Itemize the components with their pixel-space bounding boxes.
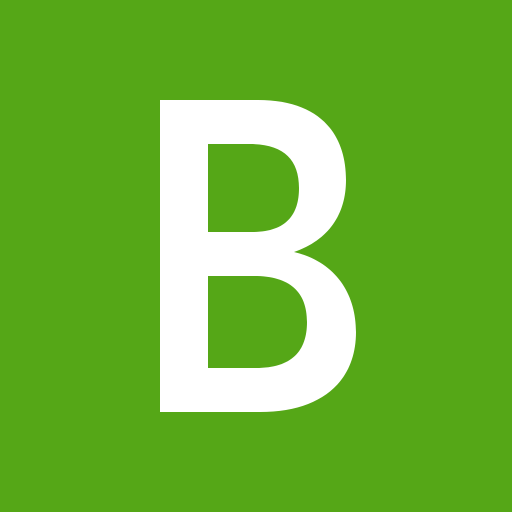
letter-b-glyph bbox=[160, 100, 356, 412]
letter-b-shape bbox=[160, 100, 356, 412]
app-icon: B bbox=[0, 0, 512, 512]
